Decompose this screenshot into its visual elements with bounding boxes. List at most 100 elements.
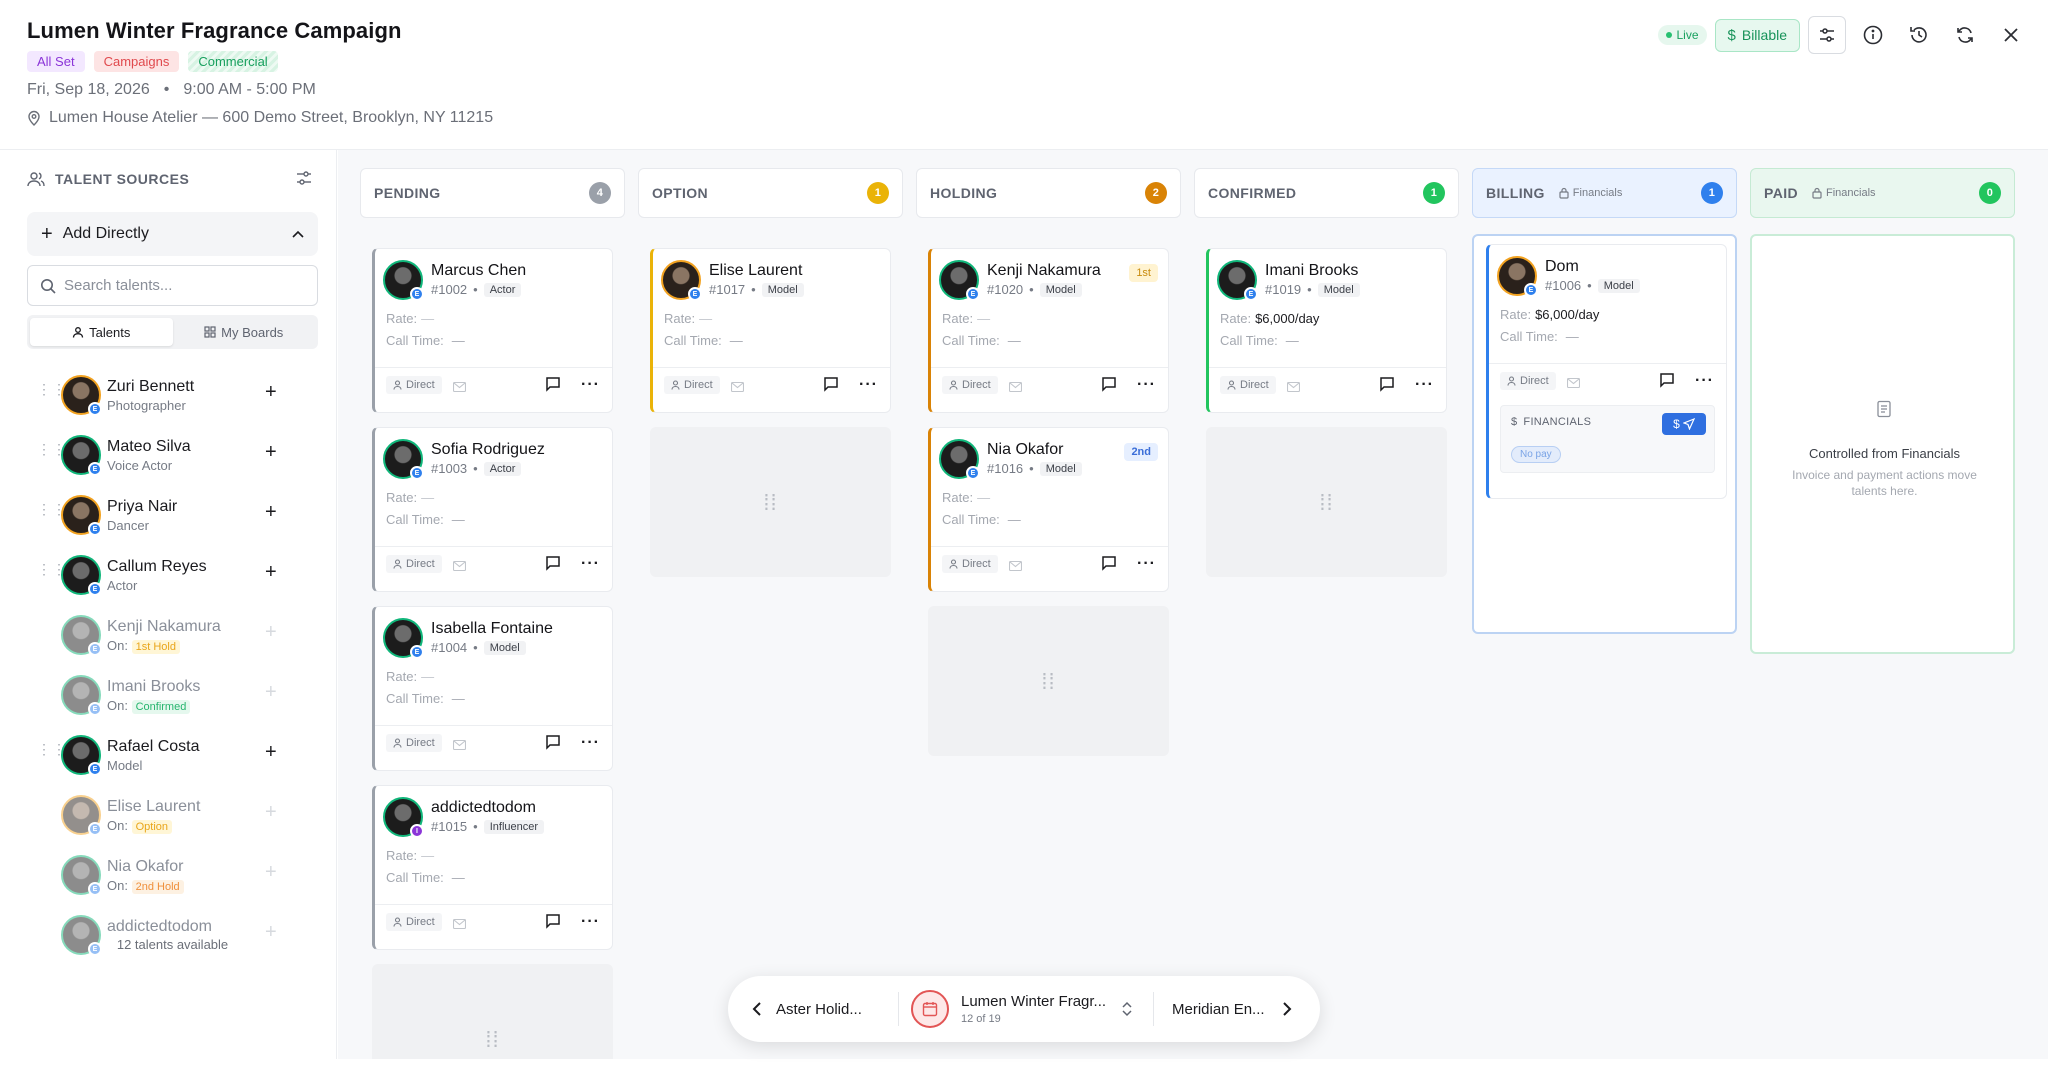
history-button[interactable]: [1900, 16, 1938, 54]
column-header: PAID Financials 0: [1750, 168, 2015, 218]
comment-icon[interactable]: [545, 376, 561, 397]
talent-status-badge: 1st Hold: [131, 640, 180, 654]
close-button[interactable]: [1992, 16, 2030, 54]
comment-icon[interactable]: [545, 913, 561, 934]
talent-row[interactable]: ⋮⋮ E Mateo Silva Voice Actor +: [27, 425, 327, 485]
avatar: E: [61, 795, 102, 836]
talent-row[interactable]: ⋮⋮ E Zuri Bennett Photographer +: [27, 365, 327, 425]
talent-card[interactable]: E Dom #1006 • Model Rate: $6,000/day Call Time:…: [1486, 244, 1727, 499]
search-input[interactable]: [64, 277, 304, 294]
more-options-icon[interactable]: ···: [1415, 376, 1434, 394]
mail-icon[interactable]: [1008, 379, 1023, 397]
more-options-icon[interactable]: ···: [581, 376, 600, 394]
add-talent-button[interactable]: +: [265, 381, 277, 404]
send-payment-button[interactable]: $: [1662, 413, 1706, 435]
talent-card[interactable]: E Elise Laurent #1017 • Model Rate: — Call Time…: [650, 248, 891, 413]
rate-row: Rate: —: [386, 669, 434, 684]
talent-row[interactable]: Eaddictedtodom +: [27, 905, 327, 965]
direct-source-badge: Direct: [386, 555, 442, 573]
talent-card[interactable]: E Imani Brooks #1019 • Model Rate: $6,000/day C…: [1206, 248, 1447, 413]
talent-id: #1002: [431, 282, 468, 297]
comment-icon[interactable]: [1101, 376, 1117, 397]
talent-row[interactable]: E Nia Okafor On: 2nd Hold +: [27, 845, 327, 905]
talent-card[interactable]: E Marcus Chen #1002 • Actor Rate: — Call Time: —…: [372, 248, 613, 413]
paid-title: Controlled from Financials: [1808, 446, 1960, 461]
mail-icon[interactable]: [1566, 375, 1581, 393]
next-campaign[interactable]: Meridian En...: [1172, 1001, 1276, 1018]
more-options-icon[interactable]: ···: [859, 376, 878, 394]
comment-icon[interactable]: [545, 555, 561, 576]
avatar: E: [939, 439, 980, 480]
chevron-left-icon[interactable]: [752, 1001, 762, 1017]
add-talent-button[interactable]: +: [265, 561, 277, 584]
more-options-icon[interactable]: ···: [1695, 372, 1714, 390]
avatar-badge-icon: I: [410, 824, 424, 838]
mail-icon[interactable]: [452, 916, 467, 934]
add-talent-button[interactable]: +: [265, 501, 277, 524]
user-icon: [949, 380, 958, 390]
financials-lock-label: Financials: [1572, 187, 1623, 199]
close-icon: [2004, 28, 2018, 42]
search-icon: [41, 278, 56, 294]
more-options-icon[interactable]: ···: [581, 734, 600, 752]
tab-my-boards[interactable]: My Boards: [173, 318, 316, 346]
tag-all-set[interactable]: All Set: [27, 51, 85, 72]
calendar-icon: [911, 990, 949, 1028]
billable-button[interactable]: $ Billable: [1714, 18, 1800, 52]
talent-id: #1017: [709, 282, 746, 297]
comment-icon[interactable]: [1379, 376, 1395, 397]
rate-value: —: [421, 311, 435, 326]
talent-card[interactable]: Iaddictedtodom #1015 • Influencer Rate: — Call…: [372, 785, 613, 950]
more-options-icon[interactable]: ···: [581, 913, 600, 931]
comment-icon[interactable]: [1659, 372, 1675, 393]
call-time-label: Call Time:: [386, 870, 444, 885]
lock-icon: [1559, 187, 1569, 199]
direct-source-badge: Direct: [942, 555, 998, 573]
talent-row[interactable]: E Kenji Nakamura On: 1st Hold +: [27, 605, 327, 665]
talent-row[interactable]: E Imani Brooks On: Confirmed +: [27, 665, 327, 725]
previous-campaign[interactable]: Aster Holid...: [776, 1001, 886, 1018]
card-talent-id: #1019 • Model: [1265, 282, 1360, 297]
talent-row[interactable]: ⋮⋮ E Priya Nair Dancer +: [27, 485, 327, 545]
add-directly-toggle[interactable]: + Add Directly: [27, 212, 318, 256]
add-talent-button[interactable]: +: [265, 741, 277, 764]
more-options-icon[interactable]: ···: [1137, 376, 1156, 394]
comment-icon[interactable]: [823, 376, 839, 397]
talent-row[interactable]: E Elise Laurent On: Option +: [27, 785, 327, 845]
talent-card[interactable]: E Isabella Fontaine #1004 • Model Rate: — Call …: [372, 606, 613, 771]
call-time-row: Call Time: —: [664, 333, 743, 348]
mail-icon[interactable]: [452, 558, 467, 576]
mail-icon[interactable]: [1008, 558, 1023, 576]
nav-divider: [1153, 992, 1154, 1026]
mail-icon[interactable]: [730, 379, 745, 397]
refresh-button[interactable]: [1946, 16, 1984, 54]
add-talent-button[interactable]: +: [265, 441, 277, 464]
current-campaign[interactable]: Lumen Winter Fragr... 12 of 19: [961, 993, 1121, 1025]
filters-button[interactable]: [1808, 16, 1846, 54]
info-button[interactable]: [1854, 16, 1892, 54]
chevron-right-icon[interactable]: [1282, 1001, 1292, 1017]
comment-icon[interactable]: [545, 734, 561, 755]
sidebar-filter-button[interactable]: [296, 170, 312, 191]
avatar: E: [1217, 260, 1258, 301]
talent-row[interactable]: ⋮⋮ E Rafael Costa Model +: [27, 725, 327, 785]
mail-icon[interactable]: [452, 379, 467, 397]
mail-icon[interactable]: [452, 737, 467, 755]
talent-card[interactable]: E Kenji Nakamura #1020 • Model 1st Rate: — Call …: [928, 248, 1169, 413]
column-title: CONFIRMED: [1208, 185, 1297, 201]
call-time-row: Call Time: —: [1220, 333, 1299, 348]
chevron-updown-icon[interactable]: [1121, 1000, 1133, 1018]
card-divider: [653, 367, 890, 368]
mail-icon[interactable]: [1286, 379, 1301, 397]
card-talent-id: #1015 • Influencer: [431, 819, 545, 834]
talent-row[interactable]: ⋮⋮ E Callum Reyes Actor +: [27, 545, 327, 605]
comment-icon[interactable]: [1101, 555, 1117, 576]
tab-talents[interactable]: Talents: [30, 318, 173, 346]
talent-card[interactable]: E Sofia Rodriguez #1003 • Actor Rate: — Call Ti…: [372, 427, 613, 592]
tag-campaigns[interactable]: Campaigns: [93, 51, 180, 72]
card-divider: [375, 546, 612, 547]
more-options-icon[interactable]: ···: [1137, 555, 1156, 573]
talent-card[interactable]: E Nia Okafor #1016 • Model 2nd Rate: — Call Time…: [928, 427, 1169, 592]
tag-commercial[interactable]: Commercial: [188, 51, 278, 72]
more-options-icon[interactable]: ···: [581, 555, 600, 573]
